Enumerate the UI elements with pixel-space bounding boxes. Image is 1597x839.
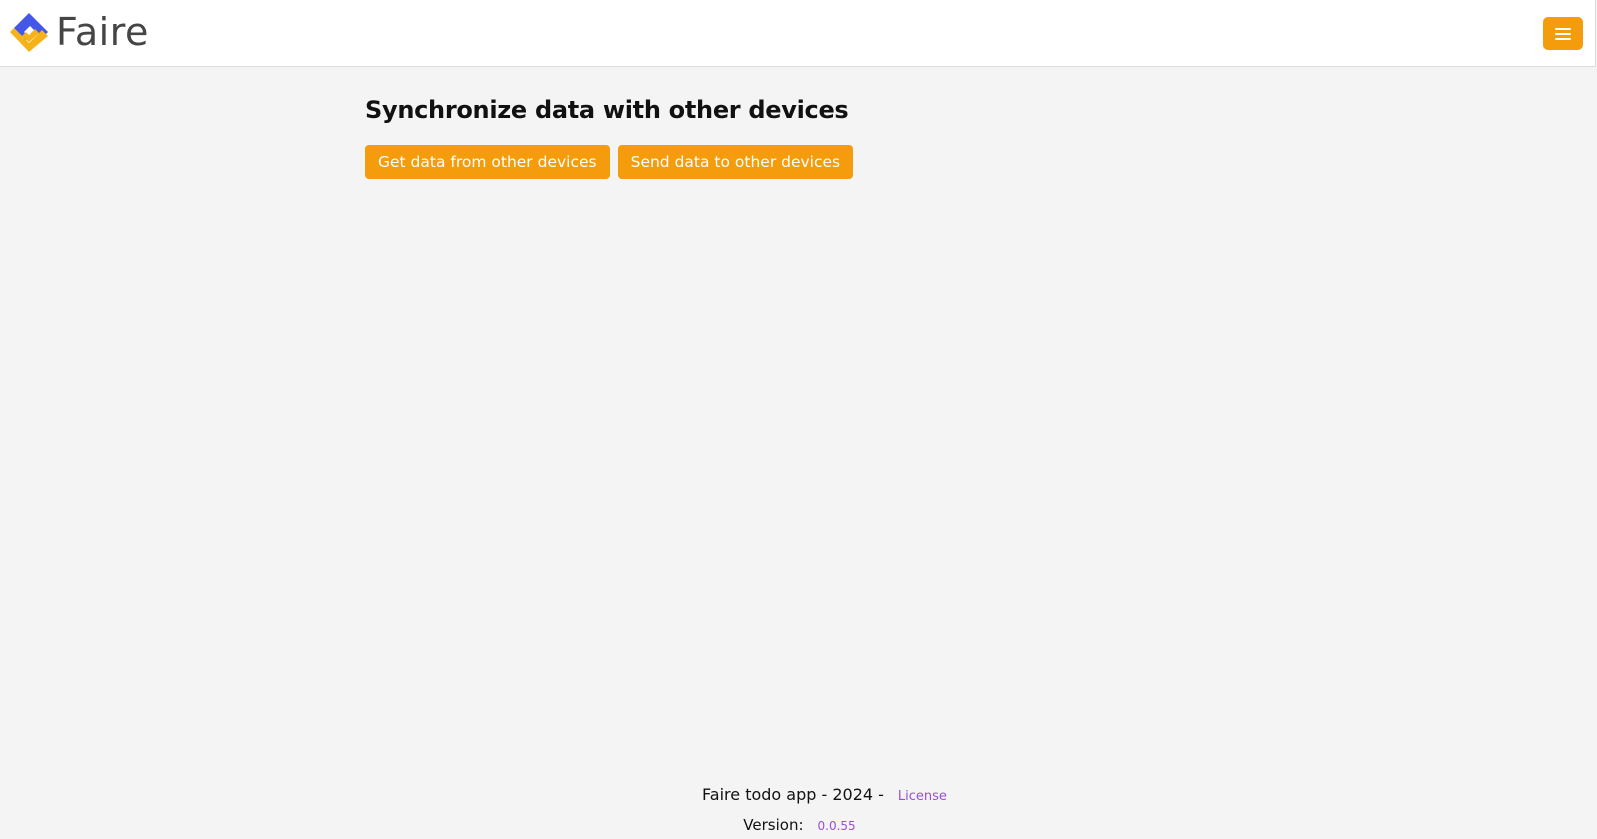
version-label: Version: — [743, 816, 804, 834]
footer-version-row: Version: 0.0.55 — [2, 810, 1597, 839]
top-navbar: Faire — [0, 0, 1596, 67]
footer: Faire todo app - 2024 - License Version: 0… — [0, 780, 1597, 839]
sync-actions: Get data from other devices Send data to… — [365, 145, 854, 179]
get-data-button[interactable]: Get data from other devices — [365, 145, 610, 179]
menu-toggle-button[interactable] — [1543, 17, 1583, 50]
send-data-button[interactable]: Send data to other devices — [617, 145, 854, 179]
hamburger-menu-icon — [1555, 27, 1571, 40]
sync-panel: Synchronize data with other devices Get … — [365, 92, 854, 179]
page-title: Synchronize data with other devices — [365, 96, 849, 124]
logo-wordmark: Faire — [56, 10, 149, 54]
version-value: 0.0.55 — [817, 819, 856, 833]
footer-copyright-row: Faire todo app - 2024 - License — [52, 780, 1597, 810]
faire-logo-icon — [10, 13, 48, 52]
license-link[interactable]: License — [898, 789, 947, 804]
faire-logo[interactable]: Faire — [8, 10, 149, 54]
app-root: Faire Synchronize data with other device… — [0, 0, 1597, 839]
footer-app-text: Faire todo app - 2024 - — [702, 785, 884, 804]
